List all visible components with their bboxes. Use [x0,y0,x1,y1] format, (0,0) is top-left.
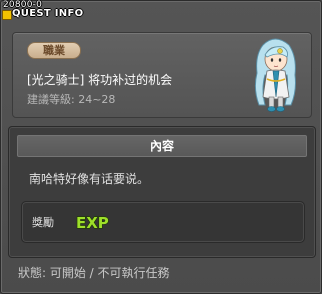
exp-icon: EXP [75,213,109,231]
quest-detail-panel: 內容 南哈特好像有话要说。 獎勵 EXP [8,126,316,258]
reward-box: 獎勵 EXP [21,201,305,243]
npc-portrait [254,38,296,112]
content-text: 南哈特好像有话要说。 [29,172,150,186]
content-header: 內容 [17,135,307,157]
exp-icon-text: EXP [76,214,109,231]
window-title: QUEST INFO [12,8,84,19]
quest-name: [光之骑士] 将功补过的机会 [27,73,173,87]
quest-status: 狀態: 可開始 / 不可執行任務 [18,266,170,280]
reward-label: 獎勵 [32,216,54,229]
job-badge: 職業 [27,42,81,59]
title-bar[interactable]: 20800-0 QUEST INFO [0,0,322,22]
quest-summary-panel: 職業 [光之骑士] 将功补过的机会 建議等級: 24~28 [12,32,312,118]
quest-icon [2,10,12,20]
level-requirement: 建議等級: 24~28 [27,93,116,106]
